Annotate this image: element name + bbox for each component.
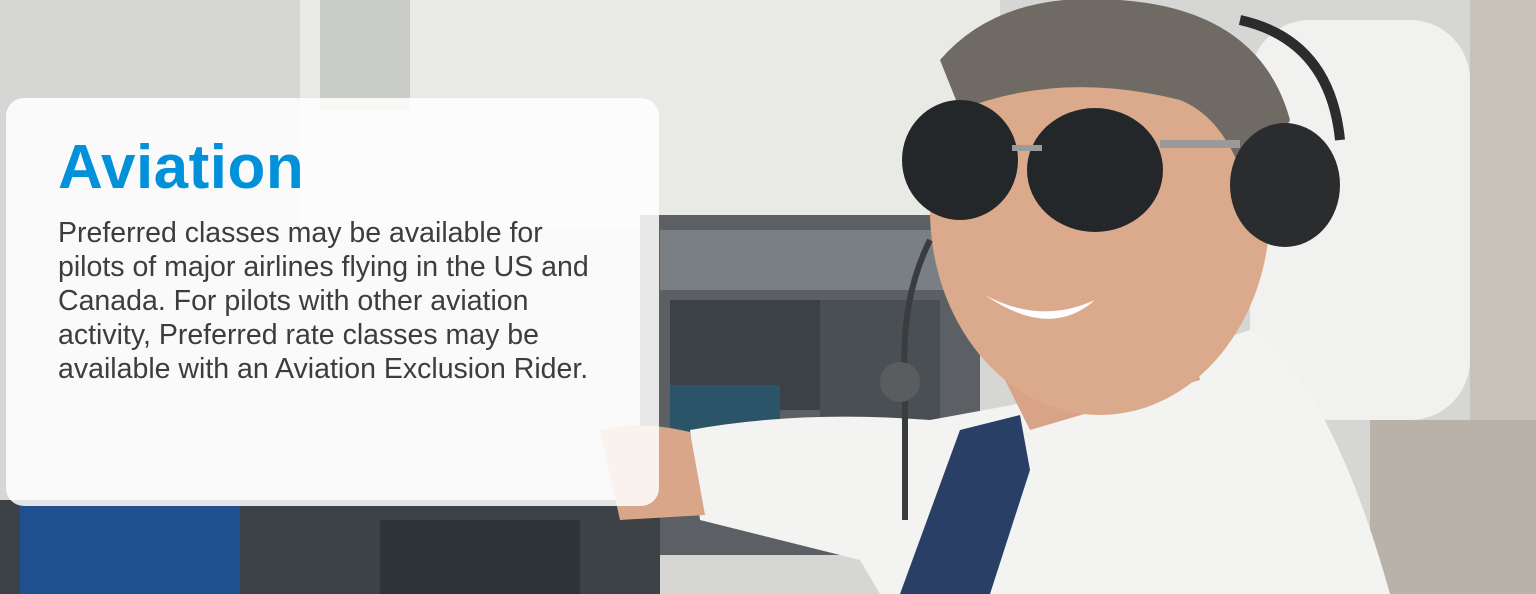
aviation-description: Preferred classes may be available for p… [58,217,589,385]
aviation-info-card: Aviation Preferred classes may be availa… [6,98,659,506]
aviation-heading: Aviation [58,133,305,202]
aviation-hero-banner: Aviation Preferred classes may be availa… [0,0,1536,594]
